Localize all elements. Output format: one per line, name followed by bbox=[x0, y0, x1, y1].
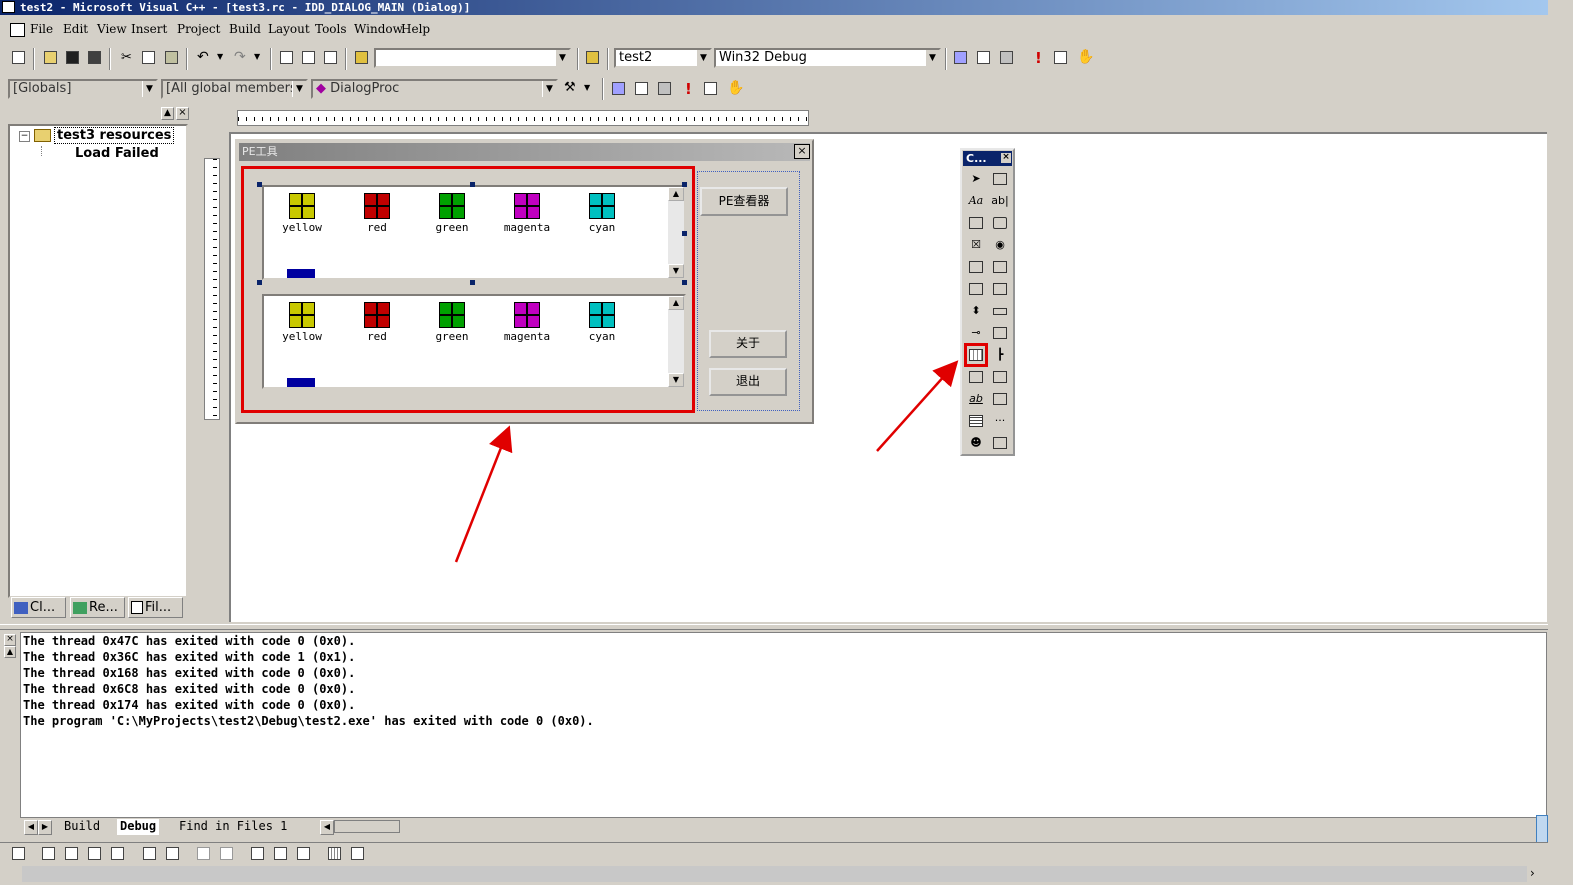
scroll-right-icon[interactable]: › bbox=[1530, 866, 1535, 880]
tree-control-tool-icon[interactable]: ┣ bbox=[991, 346, 1009, 364]
tab-find-in-files[interactable]: Find in Files 1 bbox=[179, 819, 287, 835]
pointer-tool-icon[interactable]: ➤ bbox=[967, 170, 985, 188]
hscroll-left-icon[interactable]: ◀ bbox=[320, 820, 334, 835]
progress-tool-icon[interactable] bbox=[991, 302, 1009, 320]
output-line: The thread 0x174 has exited with code 0 … bbox=[23, 698, 356, 712]
tab-control-tool-icon[interactable] bbox=[967, 368, 985, 386]
make-same-width-icon[interactable] bbox=[249, 845, 267, 863]
output-line: The thread 0x47C has exited with code 0 … bbox=[23, 634, 356, 648]
vertical-scroll-tool-icon[interactable] bbox=[991, 280, 1009, 298]
make-same-size-icon[interactable] bbox=[295, 845, 313, 863]
month-calendar-tool-icon[interactable] bbox=[967, 412, 985, 430]
space-down-icon[interactable] bbox=[218, 845, 236, 863]
horizontal-scrollbar[interactable] bbox=[334, 820, 400, 833]
palette-title-text: C... bbox=[966, 152, 987, 165]
align-right-icon[interactable] bbox=[63, 845, 81, 863]
output-line: The program 'C:\MyProjects\test2\Debug\t… bbox=[23, 714, 594, 728]
palette-close-icon[interactable]: × bbox=[1001, 153, 1011, 163]
output-restore-icon[interactable]: ▲ bbox=[4, 646, 16, 658]
horizontal-scroll-track[interactable] bbox=[22, 866, 1527, 882]
center-horizontal-icon[interactable] bbox=[164, 845, 182, 863]
ip-address-tool-icon[interactable]: ··· bbox=[991, 412, 1009, 430]
test-dialog-icon[interactable] bbox=[10, 845, 28, 863]
extended-combo-tool-icon[interactable] bbox=[991, 434, 1009, 452]
tab-scroll-left-icon[interactable]: ◀ bbox=[24, 820, 38, 835]
group-box-tool-icon[interactable] bbox=[967, 214, 985, 232]
align-left-icon[interactable] bbox=[40, 845, 58, 863]
check-box-tool-icon[interactable]: ☒ bbox=[967, 236, 985, 254]
picture-tool-icon[interactable] bbox=[991, 170, 1009, 188]
space-across-icon[interactable] bbox=[195, 845, 213, 863]
output-window[interactable]: The thread 0x47C has exited with code 0 … bbox=[20, 632, 1547, 818]
custom-control-tool-icon[interactable]: ☻ bbox=[967, 434, 985, 452]
output-line: The thread 0x6C8 has exited with code 0 … bbox=[23, 682, 356, 696]
hotkey-tool-icon[interactable] bbox=[991, 324, 1009, 342]
tab-debug[interactable]: Debug bbox=[117, 819, 160, 835]
toggle-grid-icon[interactable] bbox=[326, 845, 344, 863]
date-time-tool-icon[interactable] bbox=[991, 390, 1009, 408]
align-bottom-icon[interactable] bbox=[109, 845, 127, 863]
static-text-tool-icon[interactable]: Aa bbox=[967, 192, 985, 210]
controls-palette: C... × ➤ Aa ab| ☒ ◉ ⬍ ⊸ ┣ ab ··· ☻ bbox=[960, 148, 1015, 456]
list-box-tool-icon[interactable] bbox=[991, 258, 1009, 276]
output-close-icon[interactable]: × bbox=[4, 634, 16, 646]
splitter[interactable] bbox=[0, 624, 1548, 630]
output-line: The thread 0x36C has exited with code 1 … bbox=[23, 650, 356, 664]
spin-tool-icon[interactable]: ⬍ bbox=[967, 302, 985, 320]
bottom-scroll-area: › bbox=[0, 864, 1548, 885]
make-same-height-icon[interactable] bbox=[272, 845, 290, 863]
animate-tool-icon[interactable] bbox=[991, 368, 1009, 386]
rich-edit-tool-icon[interactable]: ab bbox=[967, 390, 985, 408]
radio-button-tool-icon[interactable]: ◉ bbox=[991, 236, 1009, 254]
dialog-layout-toolbar bbox=[0, 842, 1548, 864]
tab-scroll-right-icon[interactable]: ▶ bbox=[38, 820, 52, 835]
arrow-to-palette bbox=[876, 360, 959, 452]
slider-tool-icon[interactable]: ⊸ bbox=[967, 324, 985, 342]
center-vertical-icon[interactable] bbox=[141, 845, 159, 863]
button-tool-icon[interactable] bbox=[991, 214, 1009, 232]
output-line: The thread 0x168 has exited with code 0 … bbox=[23, 666, 356, 680]
edit-box-tool-icon[interactable]: ab| bbox=[991, 192, 1009, 210]
combo-box-tool-icon[interactable] bbox=[967, 258, 985, 276]
toggle-guides-icon[interactable] bbox=[349, 845, 367, 863]
tab-build[interactable]: Build bbox=[64, 819, 100, 835]
palette-title: C... × bbox=[963, 151, 1012, 166]
list-control-tool-icon[interactable] bbox=[964, 343, 988, 367]
horizontal-scroll-tool-icon[interactable] bbox=[967, 280, 985, 298]
align-top-icon[interactable] bbox=[86, 845, 104, 863]
arrow-to-list bbox=[454, 425, 513, 563]
